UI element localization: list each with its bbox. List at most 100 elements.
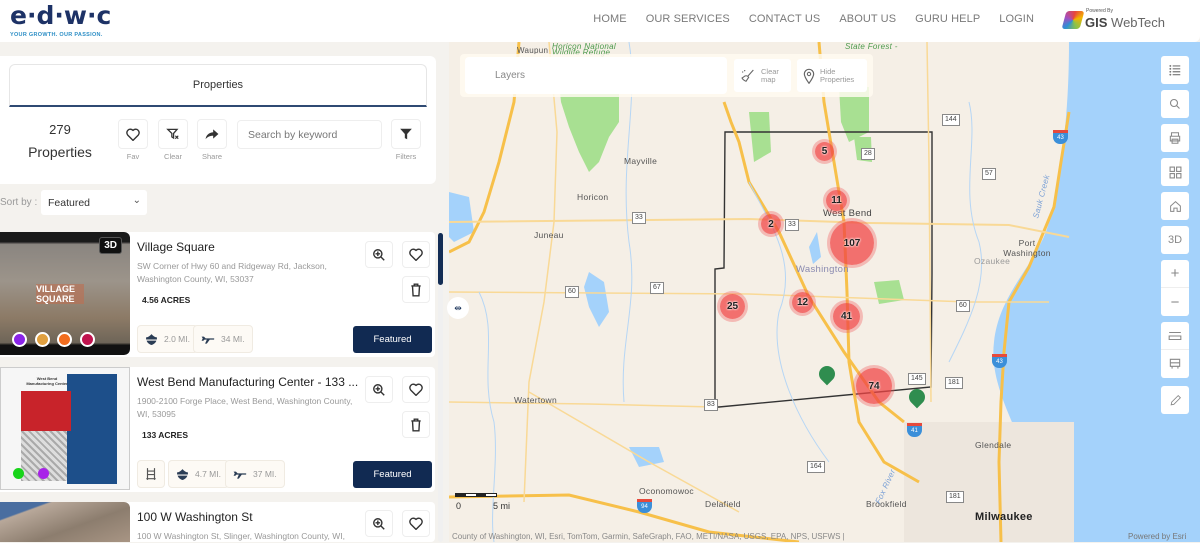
map-view[interactable]: West Bend Washington Mayville Horicon Ju…: [449, 42, 1200, 542]
print-button[interactable]: [1161, 124, 1189, 152]
property-card[interactable]: West Bend Manufacturing Center West Bend…: [0, 367, 435, 492]
lake: [629, 447, 664, 467]
nav-home[interactable]: HOME: [593, 13, 626, 25]
property-thumbnail[interactable]: 3D VILLAGE SQUARE: [0, 232, 130, 355]
property-cluster[interactable]: 25: [720, 294, 745, 319]
zoom-to-button[interactable]: [365, 241, 393, 268]
list-scrollbar-thumb[interactable]: [438, 233, 443, 285]
property-cluster[interactable]: 41: [833, 303, 860, 330]
zoom-out-button[interactable]: −: [1161, 288, 1189, 316]
delete-button[interactable]: [402, 411, 430, 438]
favorite-button[interactable]: [402, 241, 430, 268]
measure-button[interactable]: [1161, 322, 1189, 350]
powered-by-text: Powered By: [1086, 8, 1113, 14]
category-dot: [35, 332, 50, 347]
featured-button[interactable]: Featured: [353, 461, 432, 488]
property-cluster[interactable]: 11: [826, 190, 847, 211]
map-search-button[interactable]: [1161, 90, 1189, 118]
chevron-down-icon: ⌄: [132, 195, 141, 206]
property-cluster[interactable]: 12: [792, 292, 813, 313]
place-label: State Forest -: [845, 42, 898, 51]
property-cluster[interactable]: 107: [830, 221, 874, 265]
share-button[interactable]: [197, 119, 227, 149]
keyword-search-input[interactable]: Search by keyword: [237, 120, 382, 149]
nav-login[interactable]: LOGIN: [999, 13, 1034, 25]
property-count-label: Properties: [28, 144, 92, 160]
property-card[interactable]: 100 W Washington St 100 W Washington St,…: [0, 502, 435, 542]
property-thumbnail[interactable]: [0, 502, 130, 542]
zoom-in-icon: [373, 517, 385, 530]
measure-controls: [1161, 322, 1189, 378]
sort-by-label: Sort by :: [0, 197, 38, 208]
property-title[interactable]: 100 W Washington St: [137, 510, 253, 524]
airport-icon: [201, 336, 215, 344]
collapse-panel-button[interactable]: ⇹: [447, 297, 469, 319]
river: [948, 101, 983, 363]
rail-car-button[interactable]: [1161, 350, 1189, 378]
highway-distance: 2.0 MI.: [164, 334, 190, 344]
site-plan-parcel: [67, 374, 117, 484]
powered-by-esri[interactable]: Powered by Esri: [1128, 532, 1186, 541]
fav-label: Fav: [126, 152, 140, 161]
draw-button[interactable]: [1161, 386, 1189, 414]
property-acres: 4.56 ACRES: [142, 295, 191, 305]
nav-contact-us[interactable]: CONTACT US: [749, 13, 821, 25]
property-thumbnail[interactable]: West Bend Manufacturing Center: [0, 367, 130, 490]
3d-view-button[interactable]: 3D: [1161, 226, 1189, 254]
3d-badge[interactable]: 3D: [99, 237, 122, 254]
favorite-button[interactable]: [402, 376, 430, 403]
map-pin-icon: [803, 68, 815, 84]
sort-by-select[interactable]: Featured ⌄: [41, 190, 147, 215]
place-label: Glendale: [975, 440, 1012, 450]
filter-clear-icon: [166, 128, 179, 140]
nav-guru-help[interactable]: GURU HELP: [915, 13, 980, 25]
search-icon: [1169, 98, 1180, 109]
edwc-logo[interactable]: e·d·w·c YOUR GROWTH. OUR PASSION.: [10, 2, 111, 39]
layers-dropdown[interactable]: Layers: [465, 57, 727, 94]
lake: [584, 272, 609, 327]
property-title[interactable]: Village Square: [137, 240, 215, 254]
property-card[interactable]: 3D VILLAGE SQUARE Village Square SW Corn…: [0, 232, 435, 357]
zoom-in-button[interactable]: +: [1161, 260, 1189, 288]
place-label: Oconomowoc: [639, 486, 694, 496]
tab-properties[interactable]: Properties: [9, 64, 427, 107]
heart-icon: [409, 383, 423, 396]
nav-our-services[interactable]: OUR SERVICES: [646, 13, 730, 25]
zoom-to-button[interactable]: [365, 510, 393, 537]
beaver-dam-lake: [449, 192, 474, 242]
rail-chip: [137, 460, 165, 488]
fav-button[interactable]: [118, 119, 148, 149]
heart-icon: [409, 517, 423, 530]
featured-button[interactable]: Featured: [353, 326, 432, 353]
route-shield: 67: [650, 282, 664, 294]
clear-map-button[interactable]: Clear map: [734, 59, 791, 92]
hide-properties-button[interactable]: Hide Properties: [797, 59, 867, 92]
home-button[interactable]: [1161, 192, 1189, 220]
airport-distance-chip: 37 MI.: [225, 460, 285, 488]
property-cluster[interactable]: 5: [815, 142, 834, 161]
clear-filters-button[interactable]: [158, 119, 188, 149]
scale-label-5mi: 5 mi: [493, 501, 511, 511]
gis-logo-icon: [1061, 10, 1085, 29]
share-label: Share: [201, 152, 222, 161]
highway-distance: 4.7 MI.: [195, 469, 221, 479]
nav-about-us[interactable]: ABOUT US: [839, 13, 896, 25]
zoom-to-button[interactable]: [365, 376, 393, 403]
print-icon: [1169, 132, 1181, 144]
category-dot: [57, 332, 72, 347]
interstate-shield: 43: [992, 354, 1007, 368]
property-title[interactable]: West Bend Manufacturing Center - 133 ...: [137, 375, 358, 389]
legend-button[interactable]: [1161, 56, 1189, 84]
favorite-button[interactable]: [402, 510, 430, 537]
airport-icon: [233, 471, 247, 479]
place-label: Horicon: [577, 192, 609, 202]
delete-button[interactable]: [402, 276, 430, 303]
green-area: [749, 112, 771, 162]
filters-button[interactable]: [391, 119, 421, 149]
gis-webtech-logo[interactable]: Powered By GIS WebTech: [1061, 8, 1165, 30]
route-shield: 144: [942, 114, 960, 126]
property-cluster[interactable]: 2: [761, 214, 781, 234]
qr-code-button[interactable]: [1161, 158, 1189, 186]
top-header: e·d·w·c YOUR GROWTH. OUR PASSION. HOME O…: [0, 0, 1200, 42]
property-cluster[interactable]: 74: [856, 368, 892, 404]
